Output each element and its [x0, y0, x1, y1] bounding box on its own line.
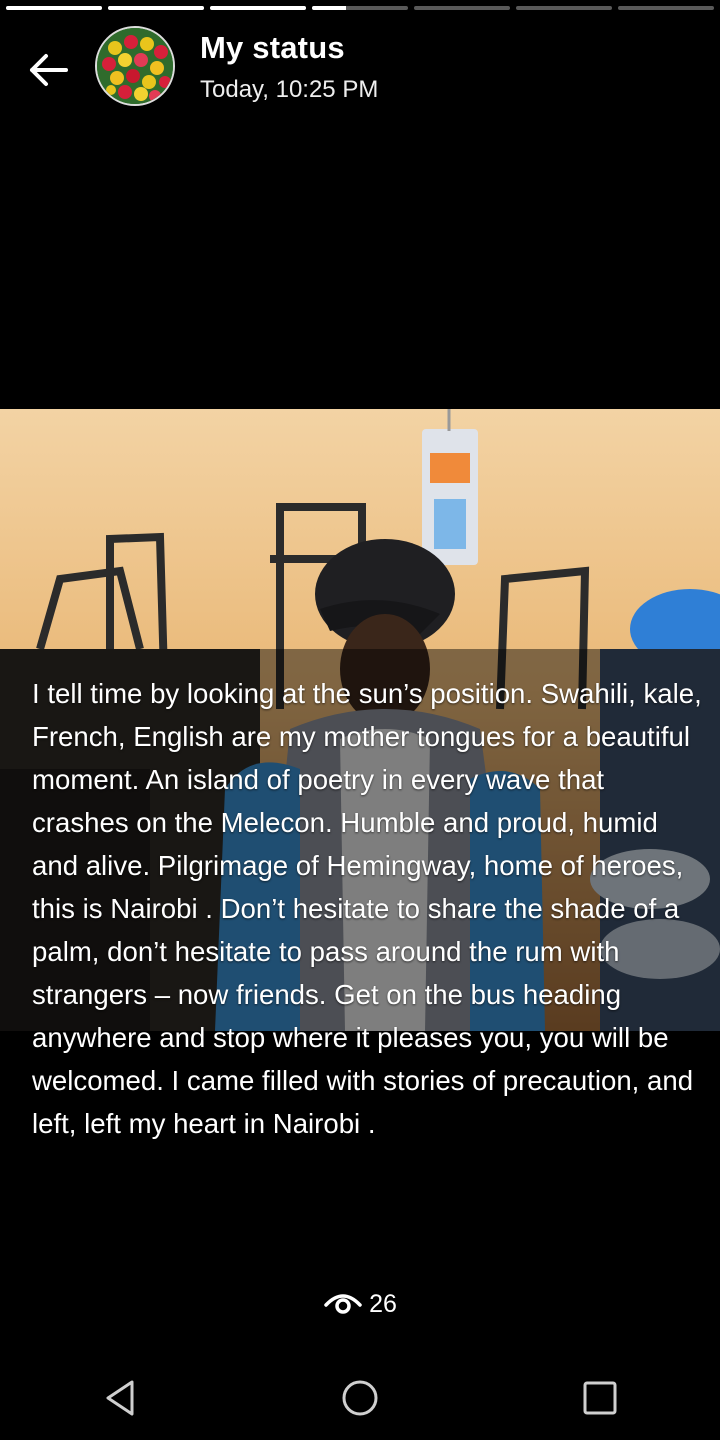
progress-segment [618, 6, 714, 10]
views-indicator[interactable]: 26 [0, 1290, 720, 1319]
progress-segment [210, 6, 306, 10]
progress-segment [108, 6, 204, 10]
views-count: 26 [369, 1290, 397, 1318]
progress-segment [312, 6, 408, 10]
nav-back-button[interactable] [90, 1368, 150, 1428]
progress-segment-fill [6, 6, 102, 10]
flower-bouquet-image [97, 28, 173, 104]
triangle-back-icon [106, 1380, 134, 1416]
status-timestamp: Today, 10:25 PM [200, 76, 379, 103]
progress-segment-fill [210, 6, 306, 10]
status-header: My status Today, 10:25 PM [0, 20, 720, 116]
eye-icon [324, 1293, 362, 1314]
progress-segment [6, 6, 102, 10]
status-title: My status [200, 30, 345, 65]
progress-segment-fill [312, 6, 346, 10]
avatar[interactable] [95, 26, 175, 106]
arrow-left-icon [30, 54, 68, 86]
circle-home-icon [342, 1380, 378, 1416]
progress-segment-fill [108, 6, 204, 10]
system-navigation-bar [0, 1356, 720, 1440]
status-progress-bar [6, 6, 714, 11]
nav-home-button[interactable] [330, 1368, 390, 1428]
square-recents-icon [583, 1381, 617, 1415]
status-caption: I tell time by looking at the sun’s posi… [32, 678, 702, 1139]
progress-segment [516, 6, 612, 10]
nav-recents-button[interactable] [570, 1368, 630, 1428]
back-button[interactable] [22, 44, 74, 96]
progress-segment [414, 6, 510, 10]
